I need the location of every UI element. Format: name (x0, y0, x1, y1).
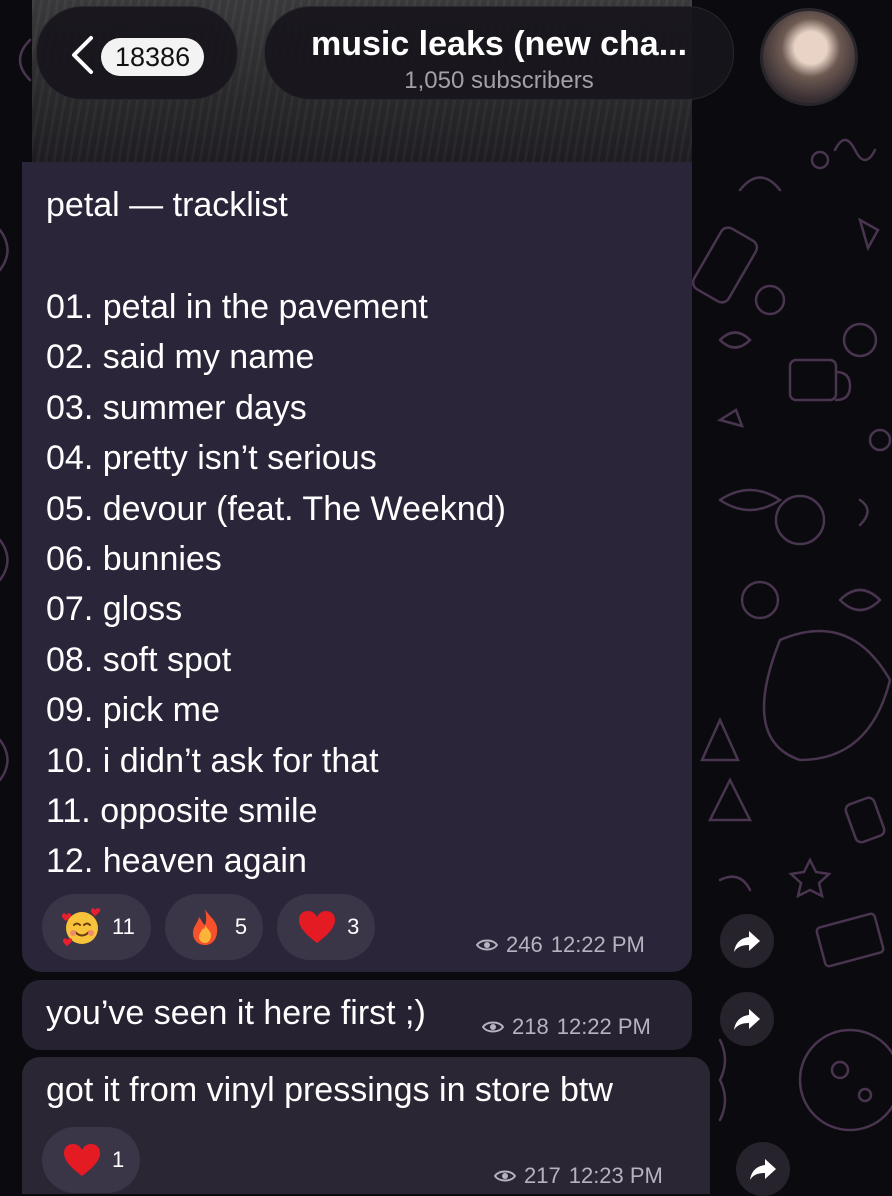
message-time: 12:22 PM (550, 932, 645, 957)
message-meta: 217 12:23 PM (494, 1163, 663, 1189)
view-count: 217 (524, 1163, 561, 1188)
track-item: 10. i didn’t ask for that (46, 741, 379, 780)
reaction-count: 11 (112, 914, 135, 939)
track-item: 06. bunnies (46, 540, 222, 579)
message-meta: 218 12:22 PM (482, 1014, 651, 1040)
fire-icon (192, 909, 218, 945)
eye-icon (476, 939, 498, 951)
back-button[interactable]: 18386 (36, 6, 238, 100)
track-item: 08. soft spot (46, 640, 232, 679)
track-item: 03. summer days (46, 388, 307, 427)
red-heart-icon (299, 911, 336, 943)
reaction-red-heart[interactable]: 3 (277, 894, 376, 960)
forward-button[interactable] (720, 914, 774, 968)
message-meta: 246 12:22 PM (476, 932, 645, 958)
unread-count-badge: 18386 (101, 38, 205, 76)
track-item: 09. pick me (46, 691, 220, 730)
reaction-count: 5 (234, 914, 248, 939)
message-bubble[interactable]: petal — tracklist 01. petal in the pavem… (22, 162, 692, 972)
message-bubble[interactable]: you’ve seen it here first ;) 218 12:22 P… (22, 980, 692, 1050)
channel-avatar[interactable] (760, 8, 858, 106)
tracklist: 01. petal in the pavement 02. said my na… (46, 282, 506, 887)
reaction-fire[interactable]: 5 (164, 894, 264, 960)
eye-icon (494, 1170, 516, 1182)
reactions-bar: 11 5 3 (42, 894, 376, 960)
track-item: 12. heaven again (46, 842, 307, 881)
red-heart-icon (64, 1144, 100, 1176)
message-time: 12:22 PM (556, 1014, 651, 1039)
forward-button[interactable] (720, 992, 774, 1046)
track-item: 02. said my name (46, 338, 315, 377)
reaction-red-heart[interactable]: 1 (42, 1127, 141, 1193)
message-time: 12:23 PM (568, 1163, 663, 1188)
track-item: 01. petal in the pavement (46, 288, 428, 326)
reaction-count: 3 (347, 914, 360, 939)
view-count: 246 (506, 932, 543, 957)
share-arrow-icon (734, 931, 760, 952)
post-title: petal — tracklist (46, 186, 288, 224)
view-count: 218 (512, 1014, 549, 1039)
track-item: 07. gloss (46, 590, 183, 629)
message-bubble[interactable]: got it from vinyl pressings in store btw… (22, 1057, 710, 1194)
reactions-bar: 1 (42, 1127, 141, 1193)
message-text: got it from vinyl pressings in store btw (46, 1071, 613, 1109)
track-item: 04. pretty isn’t serious (46, 439, 377, 478)
message-text: you’ve seen it here first ;) (46, 994, 426, 1032)
channel-title: music leaks (new cha... (310, 25, 688, 63)
smiling-face-with-hearts-icon (62, 908, 101, 946)
chat-header: 18386 music leaks (new cha... 1,050 subs… (0, 0, 892, 110)
reaction-smiling-face-with-hearts[interactable]: 11 (42, 894, 151, 960)
subscriber-count: 1,050 subscribers (404, 67, 594, 94)
share-arrow-icon (734, 1009, 760, 1030)
forward-button[interactable] (736, 1142, 790, 1196)
chevron-left-icon (72, 36, 93, 74)
track-item: 11. opposite smile (46, 792, 318, 831)
share-arrow-icon (750, 1159, 776, 1180)
channel-info[interactable]: music leaks (new cha... 1,050 subscriber… (264, 6, 734, 100)
eye-icon (482, 1021, 504, 1033)
track-item: 05. devour (feat. The Weeknd) (46, 489, 506, 528)
reaction-count: 1 (112, 1147, 125, 1172)
